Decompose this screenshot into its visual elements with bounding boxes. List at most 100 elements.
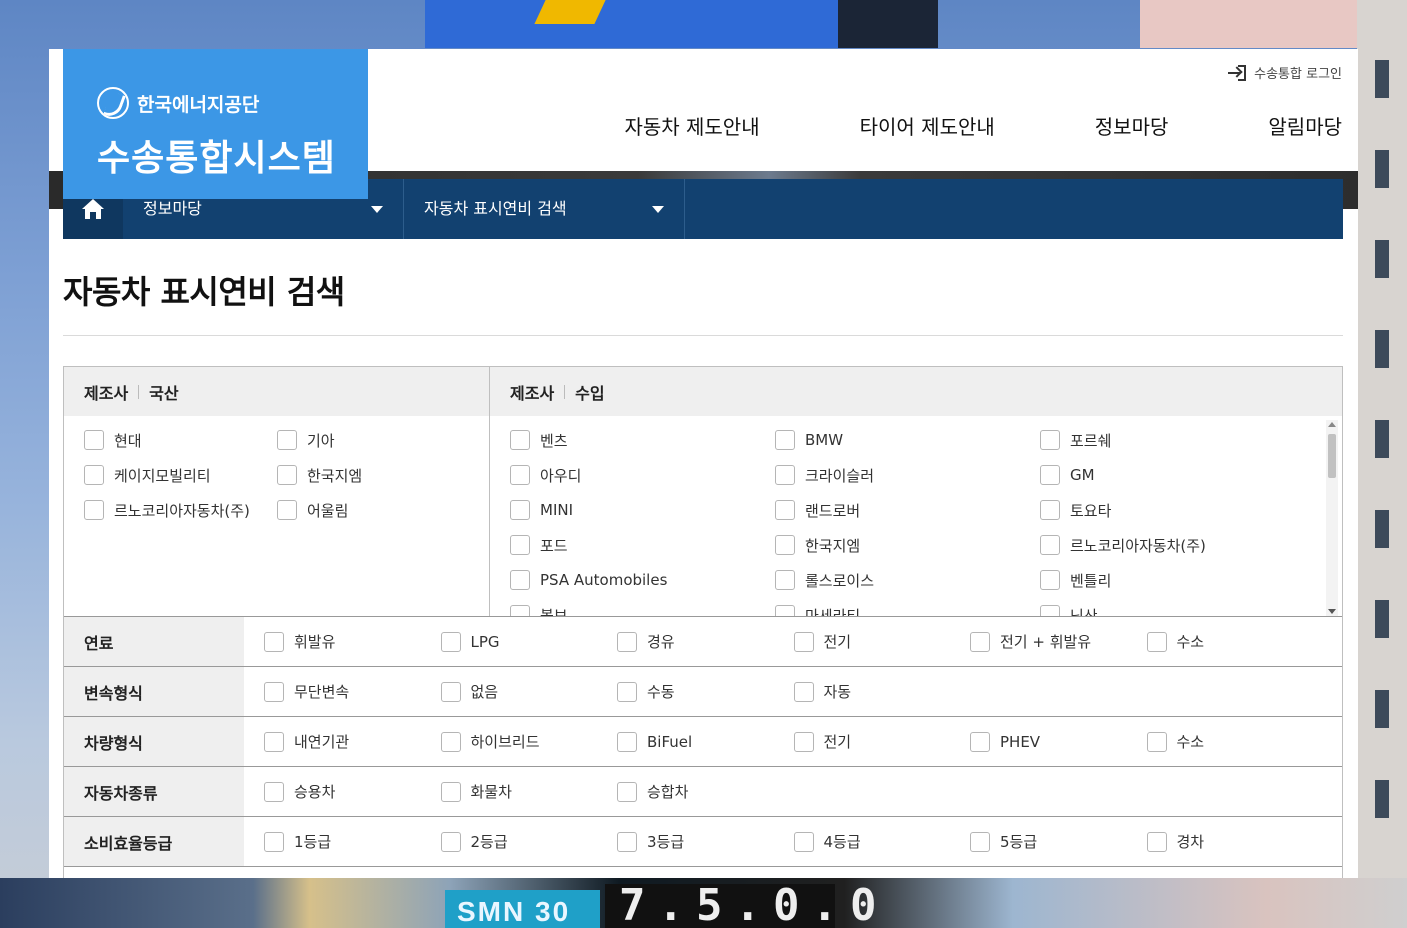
- checkbox[interactable]: [264, 631, 284, 652]
- checkbox[interactable]: [1040, 605, 1060, 616]
- checkbox[interactable]: [1040, 465, 1060, 485]
- checkbox[interactable]: [775, 570, 795, 590]
- imported-manufacturer-option[interactable]: 한국지엠: [775, 535, 1040, 555]
- login-link[interactable]: 수송통합 로그인: [1228, 63, 1342, 82]
- checkbox[interactable]: [440, 731, 461, 752]
- checkbox[interactable]: [440, 831, 461, 852]
- filter-option[interactable]: LPG: [440, 631, 618, 652]
- filter-option[interactable]: BiFuel: [617, 731, 794, 752]
- checkbox[interactable]: [793, 631, 814, 652]
- checkbox[interactable]: [277, 430, 297, 450]
- checkbox[interactable]: [264, 831, 284, 852]
- checkbox[interactable]: [1146, 631, 1167, 652]
- checkbox[interactable]: [264, 681, 284, 702]
- imported-manufacturer-option[interactable]: 벤츠: [510, 430, 775, 450]
- checkbox[interactable]: [84, 465, 104, 485]
- checkbox[interactable]: [970, 731, 990, 752]
- checkbox[interactable]: [84, 430, 104, 450]
- checkbox[interactable]: [1040, 535, 1060, 555]
- checkbox[interactable]: [510, 465, 530, 485]
- filter-option[interactable]: 3등급: [617, 831, 794, 852]
- checkbox[interactable]: [970, 831, 990, 852]
- checkbox[interactable]: [775, 430, 795, 450]
- filter-option[interactable]: 하이브리드: [440, 731, 618, 752]
- filter-option[interactable]: 경유: [617, 631, 794, 652]
- filter-option[interactable]: 1등급: [264, 831, 441, 852]
- checkbox[interactable]: [793, 731, 814, 752]
- imported-list-scrollbar[interactable]: [1326, 420, 1338, 616]
- filter-option[interactable]: 무단변속: [264, 681, 441, 702]
- checkbox[interactable]: [277, 500, 297, 520]
- imported-manufacturer-option[interactable]: 볼보: [510, 605, 775, 616]
- checkbox[interactable]: [1146, 831, 1167, 852]
- filter-option[interactable]: 승합차: [617, 781, 794, 802]
- nav-tire-programs[interactable]: 타이어 제도안내: [860, 111, 995, 140]
- imported-manufacturer-option[interactable]: 마세라티: [775, 605, 1040, 616]
- checkbox[interactable]: [617, 831, 637, 852]
- checkbox[interactable]: [510, 605, 530, 616]
- filter-option[interactable]: 내연기관: [264, 731, 441, 752]
- domestic-manufacturer-option[interactable]: 케이지모빌리티: [84, 465, 277, 485]
- checkbox[interactable]: [617, 781, 637, 802]
- checkbox[interactable]: [1040, 430, 1060, 450]
- filter-option[interactable]: 전기: [793, 631, 971, 652]
- imported-manufacturer-option[interactable]: PSA Automobiles: [510, 570, 775, 590]
- nav-car-programs[interactable]: 자동차 제도안내: [624, 111, 759, 140]
- imported-manufacturer-option[interactable]: 랜드로버: [775, 500, 1040, 520]
- checkbox[interactable]: [1040, 570, 1060, 590]
- imported-manufacturer-option[interactable]: 포드: [510, 535, 775, 555]
- imported-manufacturer-option[interactable]: GM: [1040, 465, 1305, 485]
- domestic-manufacturer-option[interactable]: 어울림: [277, 500, 470, 520]
- scroll-down-icon[interactable]: [1328, 609, 1336, 614]
- checkbox[interactable]: [510, 570, 530, 590]
- domestic-manufacturer-option[interactable]: 르노코리아자동차(주): [84, 500, 277, 520]
- checkbox[interactable]: [84, 500, 104, 520]
- checkbox[interactable]: [775, 500, 795, 520]
- filter-option[interactable]: 수소: [1146, 631, 1324, 652]
- imported-manufacturer-option[interactable]: BMW: [775, 430, 1040, 450]
- checkbox[interactable]: [440, 781, 461, 802]
- checkbox[interactable]: [775, 465, 795, 485]
- filter-option[interactable]: 휘발유: [264, 631, 441, 652]
- checkbox[interactable]: [793, 681, 814, 702]
- filter-option[interactable]: 5등급: [970, 831, 1147, 852]
- filter-option[interactable]: 승용차: [264, 781, 441, 802]
- checkbox[interactable]: [970, 631, 990, 652]
- checkbox[interactable]: [440, 631, 461, 652]
- checkbox[interactable]: [775, 535, 795, 555]
- domestic-manufacturer-option[interactable]: 현대: [84, 430, 277, 450]
- filter-option[interactable]: 경차: [1146, 831, 1324, 852]
- filter-option[interactable]: 전기: [793, 731, 971, 752]
- checkbox[interactable]: [1040, 500, 1060, 520]
- checkbox[interactable]: [617, 731, 637, 752]
- imported-manufacturer-option[interactable]: MINI: [510, 500, 775, 520]
- imported-manufacturer-option[interactable]: 르노코리아자동차(주): [1040, 535, 1305, 555]
- scrollbar-thumb[interactable]: [1328, 434, 1336, 478]
- checkbox[interactable]: [510, 430, 530, 450]
- imported-manufacturer-option[interactable]: 크라이슬러: [775, 465, 1040, 485]
- filter-option[interactable]: 4등급: [793, 831, 971, 852]
- imported-manufacturer-option[interactable]: 롤스로이스: [775, 570, 1040, 590]
- checkbox[interactable]: [617, 631, 637, 652]
- breadcrumb-level2-dropdown[interactable]: 자동차 표시연비 검색: [404, 179, 685, 239]
- checkbox[interactable]: [277, 465, 297, 485]
- checkbox[interactable]: [440, 681, 461, 702]
- checkbox[interactable]: [264, 781, 284, 802]
- domestic-manufacturer-option[interactable]: 기아: [277, 430, 470, 450]
- scroll-up-icon[interactable]: [1328, 422, 1336, 427]
- site-logo[interactable]: 한국에너지공단 수송통합시스템: [63, 49, 368, 199]
- filter-option[interactable]: 없음: [440, 681, 618, 702]
- domestic-manufacturer-option[interactable]: 한국지엠: [277, 465, 470, 485]
- filter-option[interactable]: 전기 + 휘발유: [970, 631, 1147, 652]
- filter-option[interactable]: 화물차: [440, 781, 618, 802]
- imported-manufacturer-option[interactable]: 벤틀리: [1040, 570, 1305, 590]
- checkbox[interactable]: [617, 681, 637, 702]
- filter-option[interactable]: 수동: [617, 681, 794, 702]
- checkbox[interactable]: [510, 500, 530, 520]
- checkbox[interactable]: [793, 831, 814, 852]
- filter-option[interactable]: 자동: [793, 681, 971, 702]
- nav-notice[interactable]: 알림마당: [1268, 111, 1342, 140]
- imported-manufacturer-option[interactable]: 아우디: [510, 465, 775, 485]
- imported-manufacturer-option[interactable]: 토요타: [1040, 500, 1305, 520]
- nav-info[interactable]: 정보마당: [1095, 111, 1169, 140]
